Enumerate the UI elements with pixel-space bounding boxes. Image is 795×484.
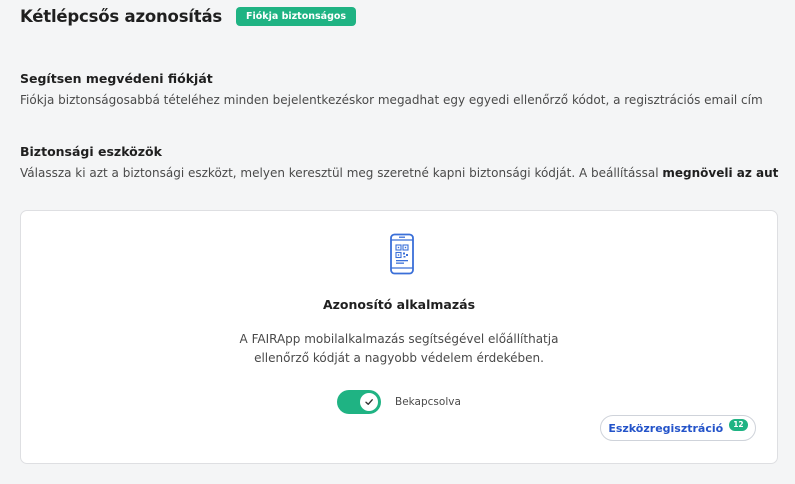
- toggle-knob: [360, 393, 378, 411]
- card-description: A FAIRApp mobilalkalmazás segítségével e…: [21, 330, 777, 368]
- security-tools-section: Biztonsági eszközök Válassza ki azt a bi…: [20, 144, 795, 180]
- protect-account-heading: Segítsen megvédeni fiókját: [20, 71, 213, 86]
- enable-toggle-row: Bekapcsolva: [337, 390, 461, 414]
- device-count-badge: 12: [729, 419, 748, 431]
- authenticator-app-card: Azonosító alkalmazás A FAIRApp mobilalka…: [20, 210, 778, 464]
- security-tools-text: Válassza ki azt a biztonsági eszközt, me…: [20, 166, 795, 180]
- card-description-line-1: A FAIRApp mobilalkalmazás segítségével e…: [239, 332, 559, 346]
- protect-account-section: Segítsen megvédeni fiókját Fiókja bizton…: [20, 71, 795, 107]
- page-title: Kétlépcsős azonosítás: [20, 6, 223, 26]
- security-tools-heading: Biztonsági eszközök: [20, 144, 162, 159]
- card-description-line-2: ellenőrző kódját a nagyobb védelem érdek…: [254, 351, 544, 365]
- protect-account-text: Fiókja biztonságosabbá tételéhez minden …: [20, 93, 763, 107]
- device-registration-label: Eszközregisztráció: [608, 421, 724, 435]
- toggle-label: Bekapcsolva: [395, 396, 461, 408]
- phone-qr-icon: [389, 233, 415, 275]
- security-tools-text-regular: Válassza ki azt a biztonsági eszközt, me…: [20, 166, 663, 180]
- enable-toggle[interactable]: [337, 390, 381, 414]
- security-tools-text-bold: megnöveli az aut: [662, 166, 779, 180]
- status-badge: Fiókja biztonságos: [236, 6, 357, 26]
- device-registration-button[interactable]: Eszközregisztráció 12: [600, 415, 756, 441]
- check-icon: [365, 399, 373, 405]
- card-title: Azonosító alkalmazás: [322, 297, 476, 312]
- page-header: Kétlépcsős azonosítás Fiókja biztonságos: [20, 5, 357, 27]
